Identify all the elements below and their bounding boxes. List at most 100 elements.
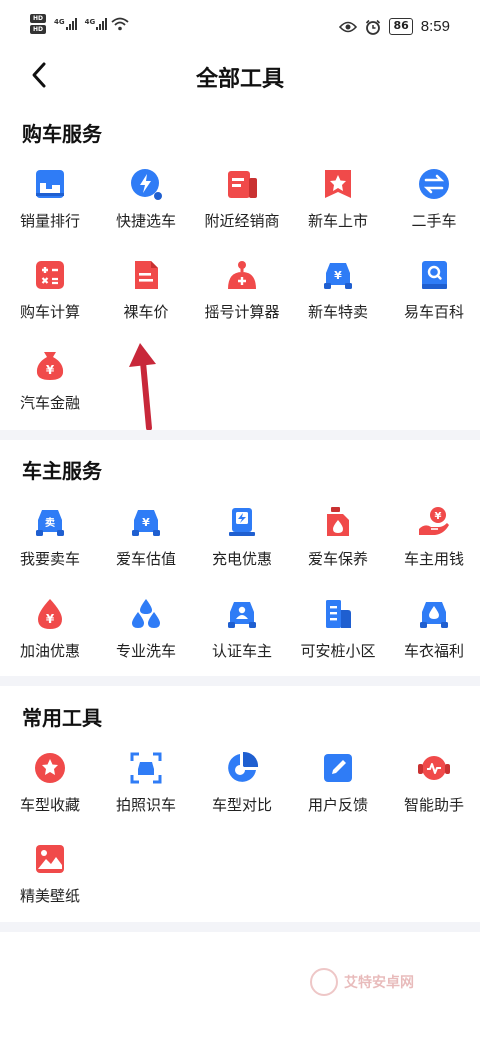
exchange-icon — [419, 169, 449, 199]
tool-fuel-discount[interactable]: ¥ 加油优惠 — [2, 597, 98, 687]
tool-label: 认证车主 — [211, 642, 272, 660]
tool-car-cover[interactable]: 车衣福利 — [386, 597, 480, 687]
favorite-icon — [35, 753, 65, 783]
svg-text:¥: ¥ — [435, 511, 442, 522]
edit-icon — [324, 754, 352, 782]
tool-quick-select[interactable]: 快捷选车 — [98, 167, 194, 257]
money-bag-icon: ¥ — [36, 352, 64, 380]
tool-lottery-calc[interactable]: 摇号计算器 — [194, 258, 290, 348]
tool-label: 加油优惠 — [19, 642, 80, 660]
tool-verified-owner[interactable]: 认证车主 — [194, 597, 290, 687]
tool-compare[interactable]: 车型对比 — [194, 751, 290, 841]
tool-label: 爱车保养 — [307, 550, 368, 568]
charging-icon — [229, 508, 255, 536]
section-divider — [0, 922, 480, 932]
wallpaper-icon — [36, 845, 64, 873]
tool-maintenance[interactable]: 爱车保养 — [290, 505, 386, 595]
tool-label: 新车特卖 — [307, 303, 368, 321]
tool-car-value[interactable]: ¥ 爱车估值 — [98, 505, 194, 595]
watermark-logo-icon — [310, 968, 338, 996]
tool-owner-money[interactable]: ¥ 车主用钱 — [386, 505, 480, 595]
tool-sales-rank[interactable]: 销量排行 — [2, 167, 98, 257]
hd-badge: HD — [30, 25, 46, 34]
tool-label: 我要卖车 — [19, 550, 80, 568]
tool-label: 易车百科 — [403, 303, 464, 321]
battery-icon: 86 — [389, 18, 413, 35]
wifi-icon — [111, 17, 129, 31]
sell-car-icon: 卖 — [36, 510, 64, 536]
eye-icon — [339, 21, 358, 32]
verified-owner-icon — [228, 602, 256, 628]
tool-car-finance[interactable]: ¥ 汽车金融 — [2, 349, 98, 439]
tool-charger-community[interactable]: 可安桩小区 — [290, 597, 386, 687]
tool-label: 销量排行 — [19, 212, 80, 230]
hd-badge: HD — [30, 14, 46, 23]
tool-new-car-sale[interactable]: ¥ 新车特卖 — [290, 258, 386, 348]
tool-label: 可安桩小区 — [300, 642, 376, 660]
section-title: 车主服务 — [22, 459, 102, 483]
tool-label: 裸车价 — [123, 303, 169, 321]
network-type-label: 4G — [84, 18, 96, 26]
section-title: 常用工具 — [22, 706, 102, 730]
encyclopedia-icon — [422, 261, 447, 289]
tool-label: 精美壁纸 — [19, 887, 80, 905]
tool-label: 摇号计算器 — [204, 303, 280, 321]
tool-label: 爱车估值 — [115, 550, 176, 568]
alarm-icon — [366, 19, 381, 35]
tool-charging[interactable]: 充电优惠 — [194, 505, 290, 595]
tool-label: 快捷选车 — [115, 212, 176, 230]
car-cover-icon — [420, 602, 448, 628]
status-left: HD HD 4G 4G — [30, 14, 129, 34]
tool-assistant[interactable]: 智能助手 — [386, 751, 480, 841]
tool-car-wash[interactable]: 专业洗车 — [98, 597, 194, 687]
tool-favorites[interactable]: 车型收藏 — [2, 751, 98, 841]
section-divider — [0, 676, 480, 686]
fuel-drop-icon: ¥ — [38, 599, 62, 629]
pie-chart-icon — [228, 751, 259, 782]
tool-label: 车型收藏 — [19, 796, 80, 814]
tool-label: 专业洗车 — [115, 642, 176, 660]
section-divider — [0, 430, 480, 440]
svg-text:¥: ¥ — [334, 269, 342, 282]
signal-icon: 4G — [85, 18, 108, 30]
tool-dealer[interactable]: 附近经销商 — [194, 167, 290, 257]
tool-label: 车型对比 — [211, 796, 272, 814]
status-right: 86 8:59 — [339, 18, 450, 35]
tool-label: 拍照识车 — [115, 796, 176, 814]
svg-text:¥: ¥ — [46, 363, 55, 377]
page-title: 全部工具 — [195, 67, 284, 92]
watermark-text: 艾特安卓网 — [344, 975, 414, 991]
arrow-up-icon — [129, 343, 156, 431]
car-value-icon: ¥ — [132, 510, 160, 536]
svg-text:¥: ¥ — [142, 516, 150, 529]
svg-text:卖: 卖 — [45, 516, 55, 529]
tool-label: 二手车 — [411, 212, 457, 230]
tool-label: 附近经销商 — [204, 212, 280, 230]
tool-encyclopedia[interactable]: 易车百科 — [386, 258, 480, 348]
status-bar: HD HD 4G 4G 86 8:59 — [0, 0, 480, 52]
oil-icon — [327, 507, 349, 536]
tool-purchase-calc[interactable]: 购车计算 — [2, 258, 98, 348]
section-title: 购车服务 — [22, 122, 102, 146]
tool-label: 智能助手 — [403, 796, 464, 814]
tool-used-car[interactable]: 二手车 — [386, 167, 480, 257]
tool-label: 车衣福利 — [403, 642, 464, 660]
document-icon — [135, 261, 158, 289]
tool-new-car[interactable]: 新车上市 — [290, 167, 386, 257]
assistant-icon — [418, 756, 450, 780]
tool-label: 车主用钱 — [403, 550, 464, 568]
car-price-icon: ¥ — [324, 263, 352, 289]
tool-bare-price[interactable]: 裸车价 — [98, 258, 194, 348]
svg-text:¥: ¥ — [46, 612, 55, 626]
tool-label: 新车上市 — [307, 212, 368, 230]
tool-label: 充电优惠 — [211, 550, 272, 568]
calculator-icon — [36, 261, 64, 289]
tool-sell-car[interactable]: 卖 我要卖车 — [2, 505, 98, 595]
tool-wallpaper[interactable]: 精美壁纸 — [2, 842, 98, 932]
tool-label: 购车计算 — [19, 303, 80, 321]
tool-feedback[interactable]: 用户反馈 — [290, 751, 386, 841]
quick-select-icon — [131, 169, 162, 200]
tool-photo-recognize[interactable]: 拍照识车 — [98, 751, 194, 841]
new-car-icon — [325, 170, 351, 198]
tool-label: 用户反馈 — [307, 796, 368, 814]
